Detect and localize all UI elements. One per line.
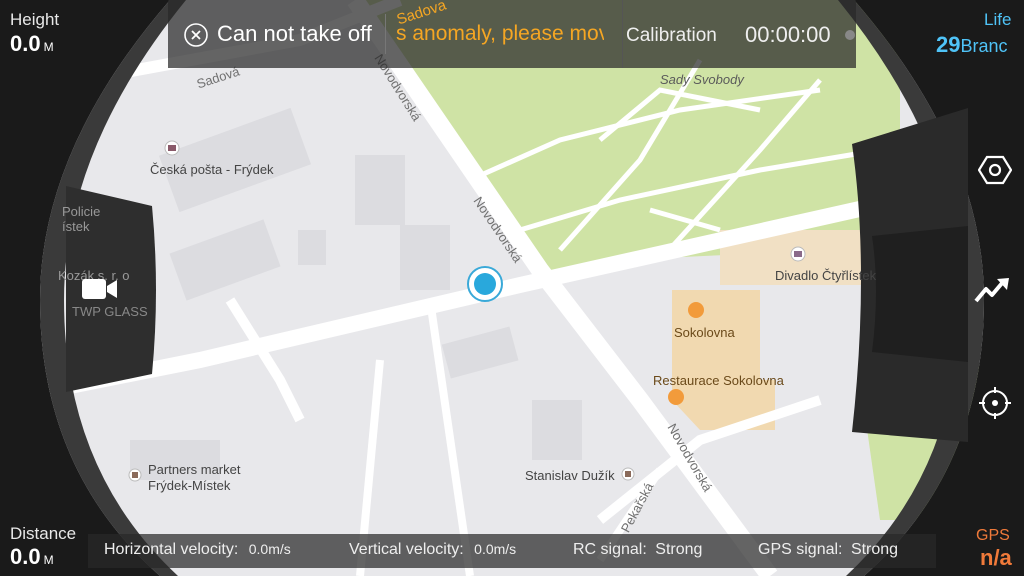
camera-switch-icon[interactable] (80, 276, 120, 302)
record-dot-icon (845, 30, 855, 40)
locate-button[interactable] (906, 375, 1024, 431)
gps-label: GPS (976, 527, 1010, 544)
vertical-velocity: Vertical velocity: 0.0m/s (349, 541, 516, 559)
rc-signal-label: RC signal: (573, 541, 647, 558)
distance-readout: 0.0 M (10, 544, 54, 570)
horizontal-velocity: Horizontal velocity: 0.0m/s (104, 541, 291, 559)
gps-value: n/a (980, 545, 1012, 570)
gps-signal: GPS signal: Strong (758, 541, 898, 559)
gps-signal-label: GPS signal: (758, 541, 843, 558)
location-marker-icon[interactable] (466, 265, 504, 303)
rc-signal-value: Strong (655, 541, 703, 558)
height-unit: M (43, 40, 54, 54)
rc-signal: RC signal: Strong (573, 541, 702, 559)
v-velocity-value: 0.0m/s (474, 541, 517, 557)
ticker-text: s anomaly, please mov (396, 22, 604, 45)
h-velocity-label: Horizontal velocity: (104, 541, 239, 558)
life-suffix: Branc (960, 36, 1008, 56)
trend-line-icon (974, 278, 1009, 303)
height-readout: 0.0 M (10, 31, 54, 57)
h-velocity-value: 0.0m/s (248, 541, 291, 557)
settings-button[interactable] (906, 140, 1024, 200)
flight-timer: 00:00:00 (745, 22, 831, 47)
crosshair-icon (979, 387, 1011, 419)
hexagon-settings-icon (978, 155, 1012, 185)
life-label: Life (984, 10, 1012, 29)
close-circle-icon[interactable] (183, 22, 209, 48)
height-label: Height (10, 10, 60, 29)
distance-label: Distance (10, 524, 77, 543)
v-velocity-label: Vertical velocity: (349, 541, 464, 558)
divider (385, 14, 386, 54)
map-pins (128, 140, 806, 482)
takeoff-warning: Can not take off (217, 21, 372, 46)
flight-path-button[interactable] (906, 262, 1024, 318)
warning-ticker: Sadova s anomaly, please mov (396, 0, 604, 68)
gps-signal-value: Strong (850, 541, 899, 558)
distance-unit: M (43, 553, 54, 567)
divider (622, 0, 623, 68)
height-value: 0.0 (10, 31, 41, 56)
life-value: 29 (936, 32, 961, 57)
distance-value: 0.0 (10, 544, 41, 569)
life-readout: 29Branc (936, 32, 1008, 58)
calibration-button[interactable]: Calibration (626, 25, 717, 47)
